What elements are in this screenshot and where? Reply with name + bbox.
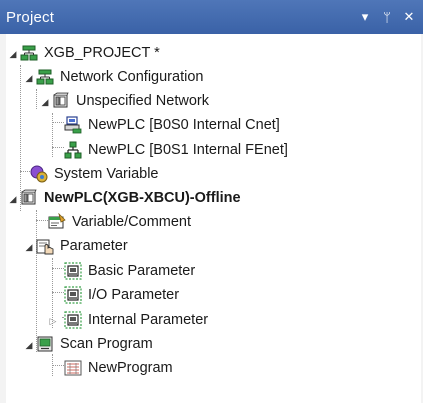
tree-item-label: Unspecified Network (76, 93, 209, 109)
plc-icon (21, 189, 37, 205)
tree-item-system-variable[interactable]: System Variable (30, 162, 159, 186)
tree-item-label: System Variable (54, 166, 159, 182)
pin-icon[interactable]: ᛘ (378, 0, 396, 34)
tree-item-label: NewProgram (88, 360, 173, 376)
tree-item-unspecified-network[interactable]: Unspecified Network (52, 89, 209, 113)
expand-toggle-scan-program[interactable]: ◢ (24, 340, 34, 350)
tree-item-label: NewPLC [B0S1 Internal FEnet] (88, 142, 288, 158)
tree-item-label: XGB_PROJECT * (44, 45, 160, 61)
tree-item-label: Scan Program (60, 336, 153, 352)
internal-parameter-icon (64, 311, 82, 329)
project-panel: Project ▾ ᛘ ✕ ◢ XGB_PROJECT * ◢ Network … (0, 0, 423, 403)
tree-item-label: NewPLC(XGB-XBCU)-Offline (44, 190, 241, 206)
tree-item-newplc-fenet[interactable]: NewPLC [B0S1 Internal FEnet] (64, 138, 288, 162)
program-icon (64, 360, 82, 376)
tree-item-network-configuration[interactable]: Network Configuration (36, 65, 203, 89)
network-folder-icon (53, 92, 69, 108)
tree-item-project[interactable]: XGB_PROJECT * (20, 41, 160, 65)
expand-toggle-internal-parameter[interactable]: ▷ (48, 316, 58, 326)
cnet-port-icon (64, 116, 82, 134)
tree-item-io-parameter[interactable]: I/O Parameter (64, 283, 179, 307)
tree-item-internal-parameter[interactable]: Internal Parameter (64, 308, 208, 332)
scan-program-icon (37, 336, 53, 352)
tree-item-label: Variable/Comment (72, 214, 192, 230)
tree-item-plc[interactable]: NewPLC(XGB-XBCU)-Offline (20, 186, 241, 210)
tree-item-label: Basic Parameter (88, 263, 196, 279)
tree-item-newprogram[interactable]: NewProgram (64, 356, 173, 380)
expand-toggle-unspecified-network[interactable]: ◢ (40, 97, 50, 107)
expand-toggle-parameter[interactable]: ◢ (24, 242, 34, 252)
tree-item-basic-parameter[interactable]: Basic Parameter (64, 259, 195, 283)
expand-toggle-network-configuration[interactable]: ◢ (24, 73, 34, 83)
tree-item-label: Parameter (60, 238, 128, 254)
tree-item-label: I/O Parameter (88, 287, 180, 303)
tree-item-newplc-cnet[interactable]: NewPLC [B0S0 Internal Cnet] (64, 113, 280, 137)
fenet-network-icon (64, 141, 82, 159)
tree-item-label: Network Configuration (60, 69, 204, 85)
tree-item-label: NewPLC [B0S0 Internal Cnet] (88, 117, 280, 133)
io-parameter-icon (64, 286, 82, 304)
network-configuration-icon (36, 69, 54, 85)
dropdown-icon[interactable]: ▾ (356, 0, 374, 34)
system-variable-icon (30, 165, 48, 183)
close-icon[interactable]: ✕ (400, 0, 418, 34)
project-tree: ◢ XGB_PROJECT * ◢ Network Configuration … (6, 34, 421, 403)
expand-toggle-plc[interactable]: ◢ (8, 194, 18, 204)
tree-item-scan-program[interactable]: Scan Program (36, 332, 153, 356)
tree-item-label: Internal Parameter (88, 312, 209, 328)
variable-comment-icon (48, 213, 66, 229)
project-icon (20, 45, 38, 61)
panel-title: Project (6, 8, 55, 26)
expand-toggle-project[interactable]: ◢ (8, 49, 18, 59)
tree-item-variable-comment[interactable]: Variable/Comment (48, 210, 191, 234)
panel-titlebar: Project ▾ ᛘ ✕ (0, 0, 423, 34)
basic-parameter-icon (64, 262, 82, 280)
tree-item-parameter[interactable]: Parameter (36, 234, 128, 258)
parameter-icon (36, 239, 54, 255)
